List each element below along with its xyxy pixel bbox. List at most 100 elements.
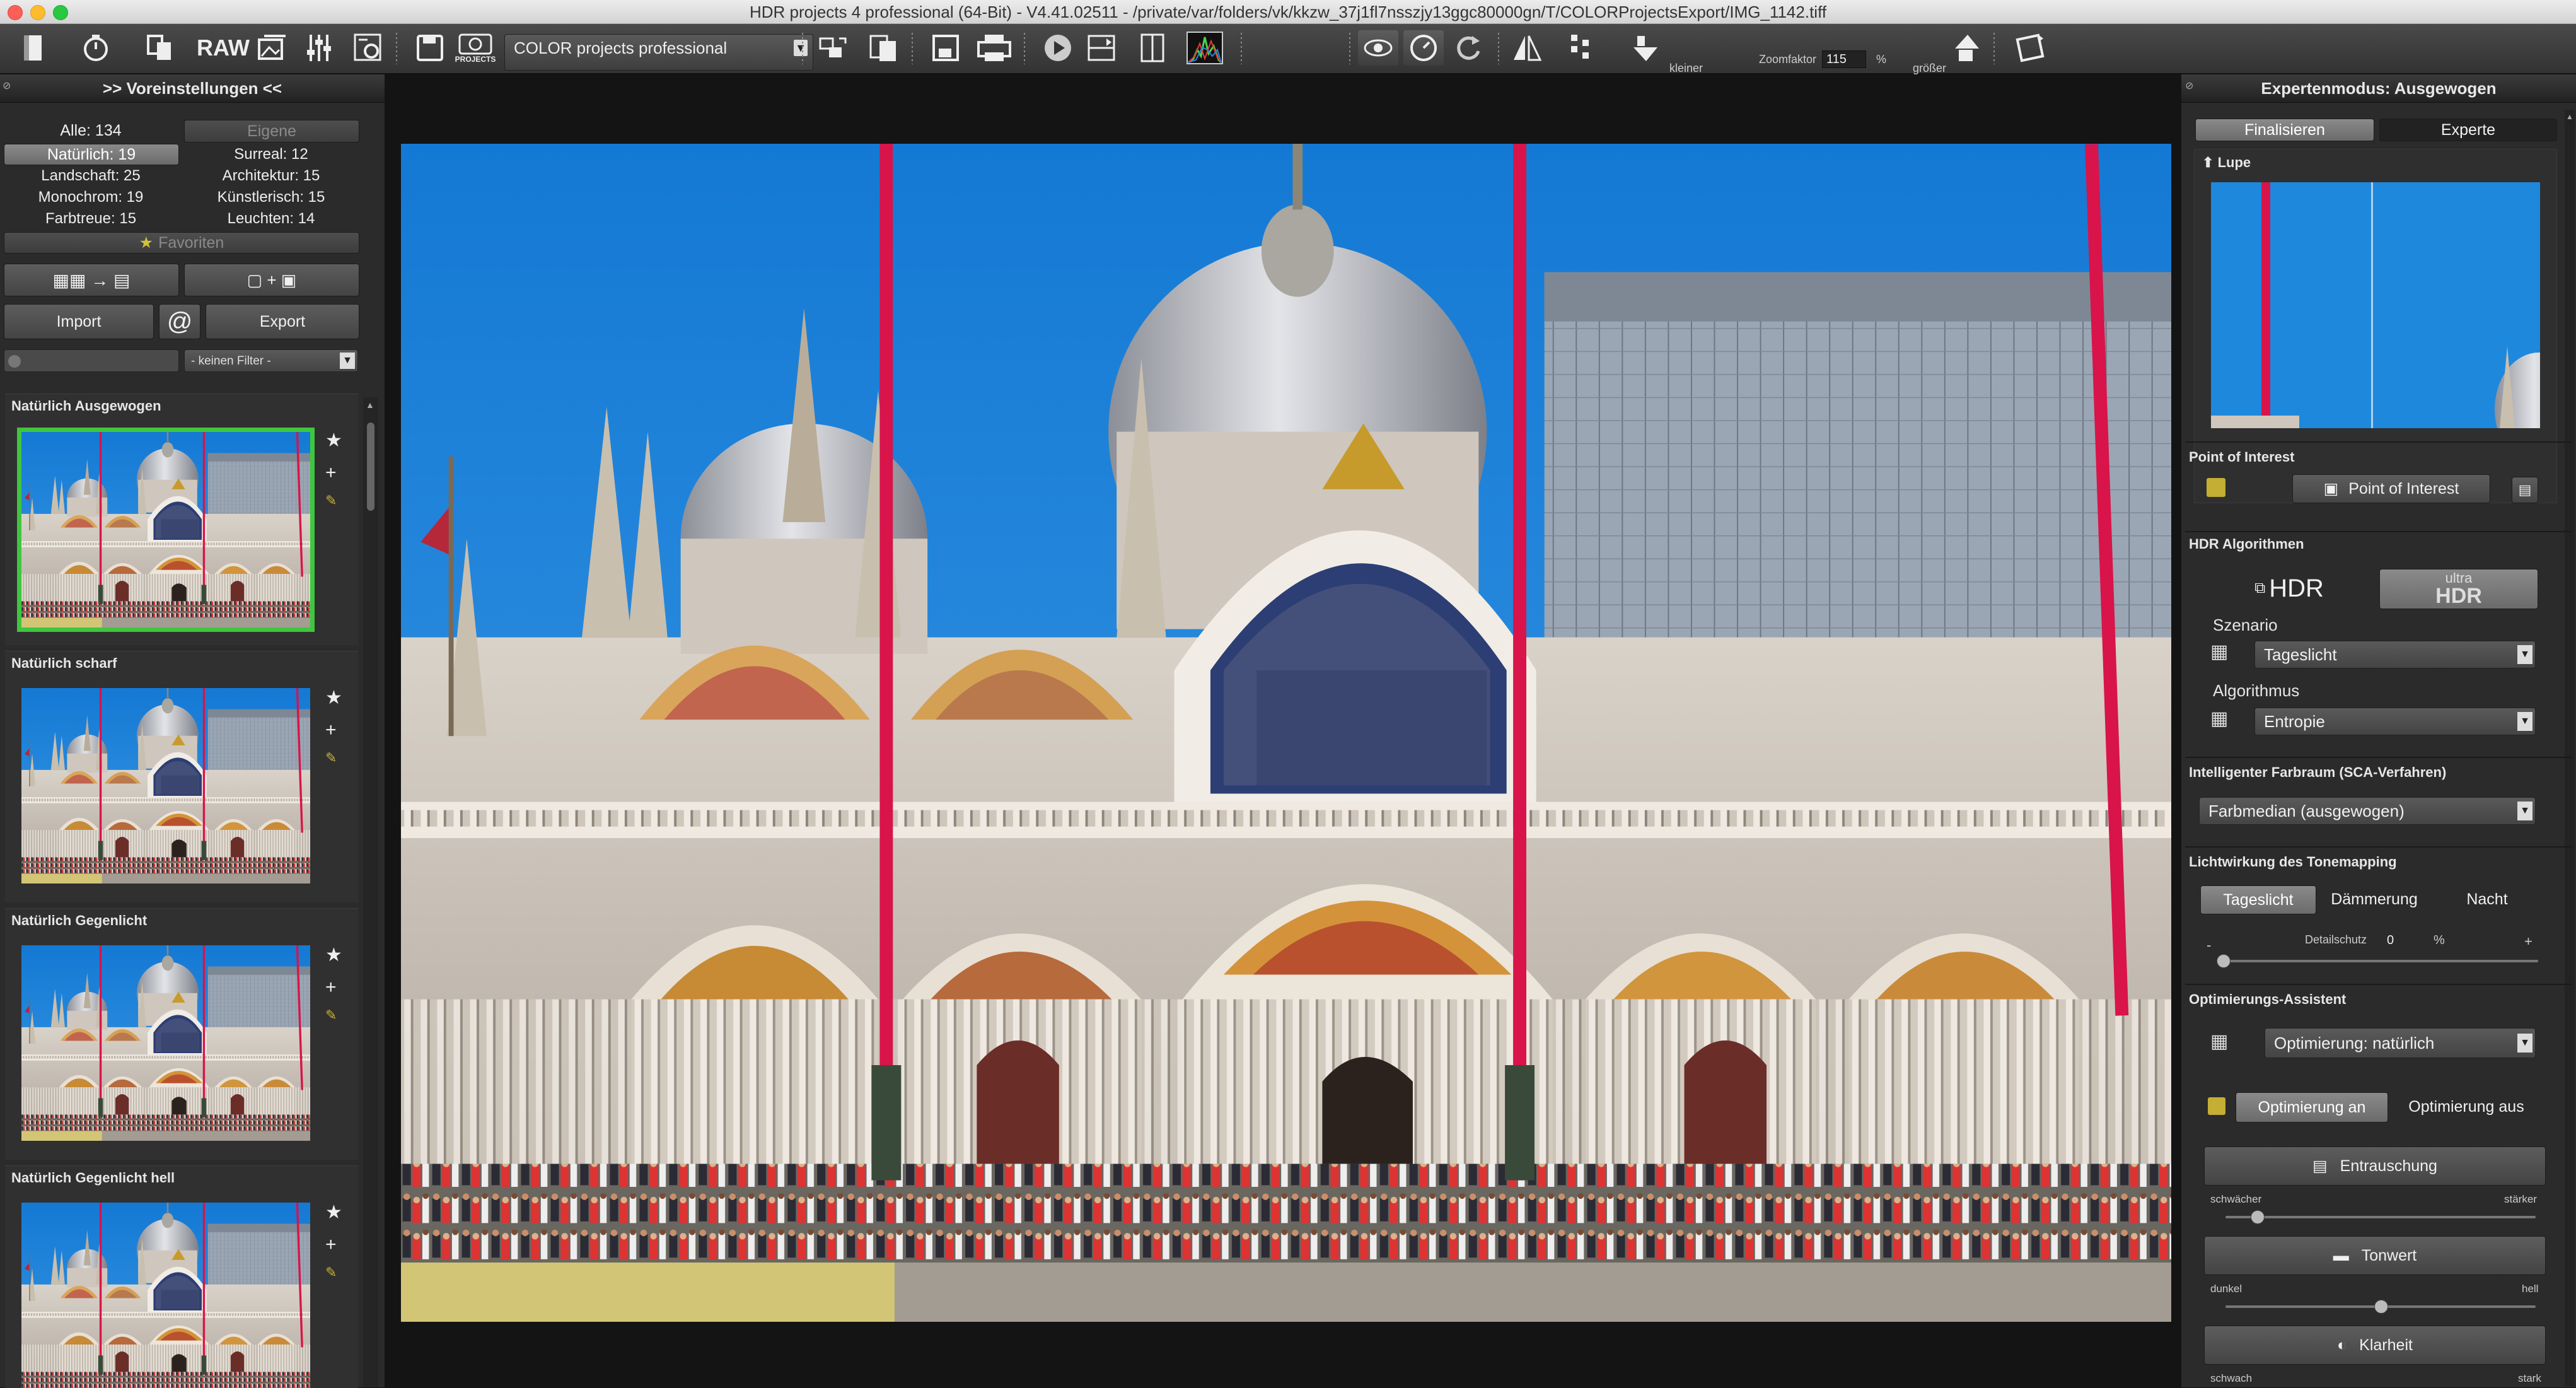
detailschutz-value[interactable]: 0 — [2387, 933, 2394, 948]
favorite-star-icon[interactable]: ★ — [325, 687, 342, 709]
tab-finalisieren[interactable]: Finalisieren — [2195, 119, 2374, 141]
algorithm-grid-icon[interactable]: ▦ — [2210, 708, 2241, 735]
licht-tageslicht-button[interactable]: Tageslicht — [2200, 885, 2316, 914]
preset-item[interactable]: Natürlich Gegenlicht ★ + ✎ — [5, 908, 358, 1160]
export-button[interactable]: Export — [206, 304, 359, 339]
licht-nacht-button[interactable]: Nacht — [2434, 885, 2541, 913]
category-eigene[interactable]: Eigene — [184, 120, 359, 143]
category-monochrom[interactable]: Monochrom: 19 — [4, 189, 178, 206]
scroll-up-icon[interactable]: ▲ — [2566, 112, 2573, 121]
edit-preset-icon[interactable]: ✎ — [325, 1007, 337, 1024]
preset-thumbnail[interactable] — [21, 1203, 310, 1388]
preset-item[interactable]: Natürlich Gegenlicht hell ★ + ✎ — [5, 1165, 358, 1388]
tab-experte[interactable]: Experte — [2379, 119, 2557, 141]
panel-pin-icon[interactable]: ⊘ — [3, 79, 11, 92]
category-surreal[interactable]: Surreal: 12 — [184, 146, 358, 163]
detailschutz-slider[interactable] — [2217, 954, 2538, 968]
szenario-select[interactable]: Tageslicht ▼ — [2254, 641, 2536, 668]
presets-scrollbar[interactable]: ▲ — [363, 397, 378, 1387]
grid-to-file-button[interactable]: ▦▦ → ▤ — [4, 264, 179, 296]
panel-pin-icon[interactable]: ⊘ — [2185, 79, 2193, 92]
preset-item[interactable]: Natürlich scharf ★ + ✎ — [5, 651, 358, 902]
mirror-icon[interactable] — [1507, 30, 1547, 66]
main-photo[interactable] — [401, 144, 2171, 1322]
category-natuerlich[interactable]: Natürlich: 19 — [4, 144, 179, 165]
realtime-preview-icon[interactable] — [1403, 30, 1444, 66]
category-kuenstlerisch[interactable]: Künstlerisch: 15 — [184, 189, 358, 206]
adjustment-sliders-icon[interactable] — [299, 30, 339, 66]
play-slideshow-icon[interactable] — [1038, 30, 1078, 66]
copy-layers-icon[interactable] — [140, 30, 180, 66]
optimization-grid-icon[interactable]: ▦ — [2210, 1030, 2241, 1058]
tonwert-slider[interactable] — [2225, 1300, 2536, 1314]
edit-preset-icon[interactable]: ✎ — [325, 1264, 337, 1281]
multi-file-icon[interactable] — [864, 30, 904, 66]
category-leuchten[interactable]: Leuchten: 14 — [184, 210, 358, 228]
category-alle[interactable]: Alle: 134 — [4, 120, 178, 141]
scroll-up-icon[interactable]: ▲ — [366, 400, 374, 410]
entrauschung-button[interactable]: ▤ Entrauschung — [2204, 1146, 2546, 1186]
image-canvas[interactable] — [385, 74, 2181, 1387]
favorite-star-icon[interactable]: ★ — [325, 429, 342, 452]
preset-thumbnail[interactable] — [21, 945, 310, 1141]
filter-select[interactable]: - keinen Filter - ▼ — [184, 349, 358, 372]
entrauschung-slider[interactable] — [2225, 1210, 2536, 1224]
detailschutz-plus[interactable]: + — [2524, 933, 2532, 950]
batch-export-icon[interactable] — [813, 30, 854, 66]
search-input[interactable] — [4, 349, 179, 372]
farbraum-select[interactable]: Farbmedian (ausgewogen) ▼ — [2199, 797, 2536, 825]
category-landschaft[interactable]: Landschaft: 25 — [4, 167, 178, 185]
rotate-icon[interactable] — [1449, 30, 1489, 66]
optimization-edit-icon[interactable] — [2208, 1097, 2225, 1115]
email-button[interactable]: @ — [159, 304, 200, 339]
optimization-select[interactable]: Optimierung: natürlich ▼ — [2265, 1028, 2536, 1058]
poi-settings-icon[interactable]: ▤ — [2512, 477, 2538, 503]
detailschutz-slider-knob[interactable] — [2217, 954, 2231, 968]
entrauschung-slider-knob[interactable] — [2251, 1210, 2265, 1224]
detailschutz-minus[interactable]: - — [2207, 937, 2211, 954]
zoom-in-icon[interactable] — [1949, 30, 1985, 66]
category-farbtreue[interactable]: Farbtreue: 15 — [4, 210, 178, 228]
presets-scrollbar-thumb[interactable] — [367, 423, 374, 511]
print-icon[interactable] — [972, 30, 1016, 66]
add-icon[interactable]: + — [325, 1234, 337, 1256]
preset-item[interactable]: Natürlich Ausgewogen ★ + ✎ — [5, 394, 358, 645]
batch-settings-icon[interactable] — [348, 30, 388, 66]
scenario-grid-icon[interactable]: ▦ — [2210, 641, 2241, 668]
preset-combo[interactable]: COLOR projects professional ▼ — [504, 34, 813, 71]
optimization-off-button[interactable]: Optimierung aus — [2393, 1092, 2539, 1121]
favorites-button[interactable]: ★ Favoriten — [4, 232, 359, 254]
timer-icon[interactable] — [76, 30, 116, 66]
preset-thumbnail[interactable] — [21, 688, 310, 884]
image-stack-icon[interactable] — [252, 30, 293, 66]
poi-button[interactable]: ▣ Point of Interest — [2292, 474, 2490, 503]
category-architektur[interactable]: Architektur: 15 — [184, 167, 358, 185]
add-preset-button[interactable]: ▢ + ▣ — [184, 264, 359, 296]
split-view-icon[interactable] — [1132, 30, 1173, 66]
zoom-factor-input[interactable]: 115 — [1822, 50, 1866, 68]
raw-button[interactable]: RAW — [197, 30, 250, 66]
preset-thumbnail[interactable] — [17, 428, 315, 632]
crop-icon[interactable] — [2010, 30, 2050, 66]
favorite-star-icon[interactable]: ★ — [325, 1201, 342, 1223]
klarheit-button[interactable]: ◐ Klarheit — [2204, 1326, 2546, 1365]
optimization-on-button[interactable]: Optimierung an — [2236, 1092, 2388, 1123]
ultra-hdr-button[interactable]: ultra HDR — [2379, 569, 2538, 609]
import-button[interactable]: Import — [4, 304, 154, 339]
preview-eye-icon[interactable] — [1358, 30, 1398, 66]
compare-view-icon[interactable] — [1082, 30, 1122, 66]
projects-button[interactable]: PROJECTS — [455, 30, 496, 66]
tonwert-slider-knob[interactable] — [2374, 1300, 2388, 1314]
poi-edit-icon[interactable] — [2207, 478, 2225, 497]
save-as-icon[interactable] — [925, 30, 966, 66]
tonwert-button[interactable]: ▬ Tonwert — [2204, 1236, 2546, 1275]
hdr-mode-button[interactable]: ⧉ HDR — [2212, 569, 2367, 608]
licht-daemmerung-button[interactable]: Dämmerung — [2320, 885, 2428, 913]
magnifier-toggle[interactable]: ⬆ Lupe — [2202, 155, 2251, 171]
add-icon[interactable]: + — [325, 462, 337, 484]
add-icon[interactable]: + — [325, 720, 337, 741]
edit-preset-icon[interactable]: ✎ — [325, 750, 337, 766]
grid-overlay-icon[interactable] — [1561, 30, 1601, 66]
save-icon[interactable] — [410, 30, 450, 66]
magnifier-preview[interactable] — [2211, 182, 2540, 428]
